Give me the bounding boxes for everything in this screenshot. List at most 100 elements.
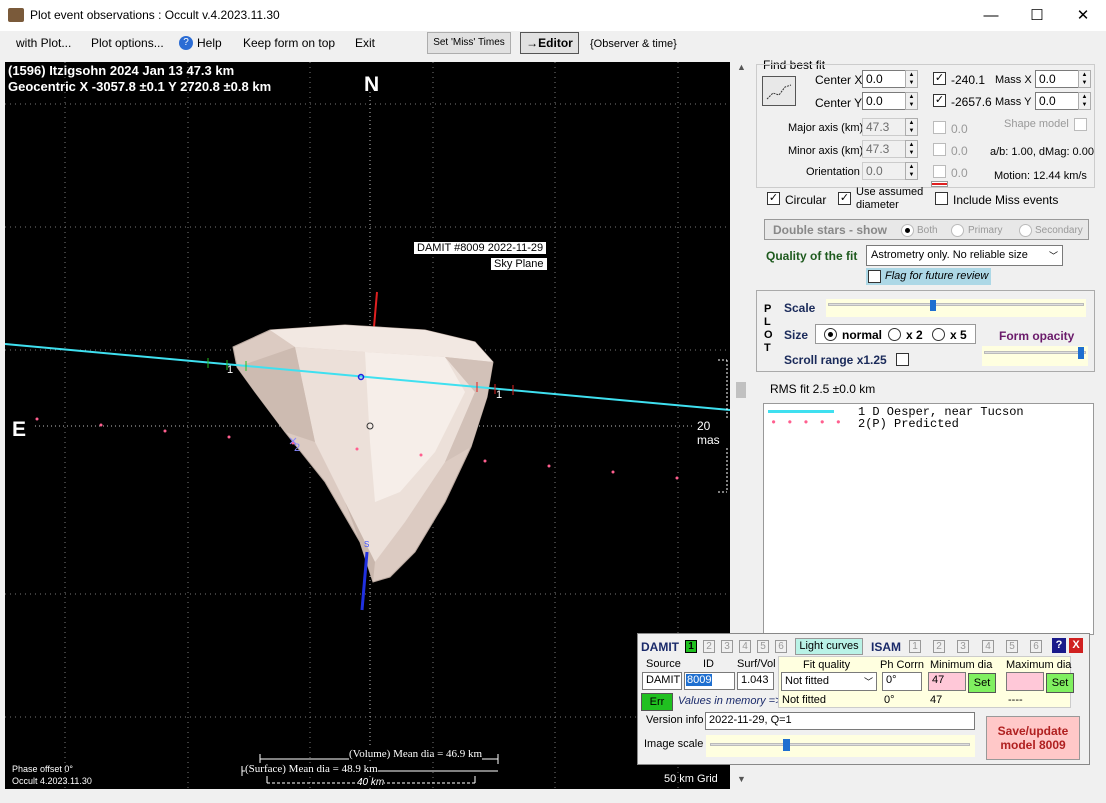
center-y-field[interactable]: 0.0 xyxy=(862,92,906,110)
menu-with-plot[interactable]: with Plot... xyxy=(16,36,71,50)
ph-corr-field[interactable]: 0° xyxy=(882,672,922,691)
orientation-checkbox[interactable] xyxy=(933,165,946,178)
fit-quality-dropdown[interactable]: Not fitted ﹀ xyxy=(781,672,877,691)
menu-bar: with Plot... Plot options... ? Help Keep… xyxy=(0,31,1106,57)
menu-help[interactable]: Help xyxy=(197,36,222,50)
major-axis-field[interactable]: 47.3 xyxy=(862,118,906,136)
menu-keep-on-top[interactable]: Keep form on top xyxy=(243,36,335,50)
isam-6-button[interactable]: 6 xyxy=(1030,640,1042,653)
close-panel-button[interactable]: X xyxy=(1069,638,1083,653)
isam-4-button[interactable]: 4 xyxy=(982,640,994,653)
editor-button[interactable]: →Editor xyxy=(520,32,579,54)
primary-radio[interactable] xyxy=(951,224,964,237)
menu-plot-options[interactable]: Plot options... xyxy=(91,36,164,50)
include-miss-checkbox[interactable] xyxy=(935,192,948,205)
menu-exit[interactable]: Exit xyxy=(355,36,375,50)
shape-model-checkbox[interactable] xyxy=(1074,118,1087,131)
size-normal-radio[interactable] xyxy=(824,328,837,341)
version-label: Occult 4.2023.11.30 xyxy=(12,776,92,786)
id-value: 8009 xyxy=(686,674,713,686)
form-opacity-slider[interactable] xyxy=(982,346,1088,366)
east-label: E xyxy=(12,418,27,441)
center-y-label: Center Y xyxy=(815,96,863,110)
circular-checkbox[interactable]: ✓ xyxy=(767,192,780,205)
min-dia-field[interactable]: 47 xyxy=(928,672,966,691)
secondary-radio[interactable] xyxy=(1019,224,1032,237)
scroll-up-icon[interactable]: ▲ xyxy=(737,62,746,72)
image-scale-thumb[interactable] xyxy=(783,739,790,751)
damit-4-button[interactable]: 4 xyxy=(739,640,751,653)
event-header: (1596) Itzigsohn 2024 Jan 13 47.3 km xyxy=(8,63,235,78)
mass-x-spinner[interactable]: ▲ ▼ xyxy=(1078,70,1091,88)
circular-label: Circular xyxy=(785,193,827,207)
mass-y-field[interactable]: 0.0 xyxy=(1035,92,1079,110)
flag-review-checkbox[interactable] xyxy=(868,270,881,283)
size-x2-radio[interactable] xyxy=(888,328,901,341)
minor-axis-spinner[interactable]: ▲ ▼ xyxy=(905,140,918,158)
scroll-range-checkbox[interactable] xyxy=(896,353,909,366)
app-icon xyxy=(8,8,24,22)
err-button[interactable]: Err xyxy=(641,693,673,711)
source-label: Source xyxy=(646,658,681,670)
damit-1-button[interactable]: 1 xyxy=(685,640,697,653)
fit-graph-button[interactable] xyxy=(762,76,796,106)
damit-6-button[interactable]: 6 xyxy=(775,640,787,653)
max-dia-field[interactable] xyxy=(1006,672,1044,691)
size-x5-radio[interactable] xyxy=(932,328,945,341)
minor-axis-field[interactable]: 47.3 xyxy=(862,140,906,158)
scroll-down-icon[interactable]: ▼ xyxy=(737,774,746,784)
save-update-button[interactable]: Save/update model 8009 xyxy=(986,716,1080,760)
center-x-field[interactable]: 0.0 xyxy=(862,70,906,88)
orientation-field[interactable]: 0.0 xyxy=(862,162,906,180)
plot-canvas[interactable]: (1596) Itzigsohn 2024 Jan 13 47.3 km Geo… xyxy=(5,62,730,789)
major-axis-check-value: 0.0 xyxy=(951,122,968,136)
damit-3-button[interactable]: 3 xyxy=(721,640,733,653)
min-dia-set-button[interactable]: Set xyxy=(968,673,996,693)
isam-2-button[interactable]: 2 xyxy=(933,640,945,653)
center-x-spinner[interactable]: ▲ ▼ xyxy=(905,70,918,88)
north-pole-line xyxy=(373,291,378,328)
major-axis-checkbox[interactable] xyxy=(933,121,946,134)
opacity-slider-thumb[interactable] xyxy=(1078,347,1084,359)
set-miss-times-button[interactable]: Set 'Miss' Times xyxy=(427,32,511,54)
source-field[interactable]: DAMIT xyxy=(642,672,682,690)
center-y-checkbox[interactable]: ✓ xyxy=(933,94,946,107)
id-label: ID xyxy=(703,658,714,670)
use-assumed-diameter-checkbox[interactable]: ✓ xyxy=(838,192,851,205)
isam-5-button[interactable]: 5 xyxy=(1006,640,1018,653)
color-swatch[interactable] xyxy=(931,181,948,187)
surf-vol-field[interactable]: 1.043 xyxy=(737,672,774,690)
max-dia-set-button[interactable]: Set xyxy=(1046,673,1074,693)
center-x-checkbox[interactable]: ✓ xyxy=(933,72,946,85)
shape-model-panel: DAMIT 1 2 3 4 5 6 Light curves ISAM 1 2 … xyxy=(637,633,1090,765)
major-axis-label: Major axis (km) xyxy=(788,122,864,134)
min-dia-label: Minimum dia xyxy=(930,659,993,671)
double-stars-group: Double stars - show Both Primary Seconda… xyxy=(764,219,1089,240)
maximize-button[interactable]: ☐ xyxy=(1014,0,1060,31)
orientation-spinner[interactable]: ▲ ▼ xyxy=(905,162,918,180)
minor-axis-checkbox[interactable] xyxy=(933,143,946,156)
close-button[interactable]: ✕ xyxy=(1060,0,1106,31)
scroll-thumb[interactable] xyxy=(736,382,746,398)
minimize-button[interactable]: — xyxy=(968,0,1014,31)
center-y-spinner[interactable]: ▲ ▼ xyxy=(905,92,918,110)
id-field[interactable]: 8009 xyxy=(684,672,735,690)
version-info-field[interactable]: 2022-11-29, Q=1 xyxy=(705,712,975,730)
isam-1-button[interactable]: 1 xyxy=(909,640,921,653)
both-radio[interactable] xyxy=(901,224,914,237)
scale-slider[interactable] xyxy=(826,299,1086,317)
light-curves-button[interactable]: Light curves xyxy=(795,638,863,655)
quality-dropdown[interactable]: Astrometry only. No reliable size ﹀ xyxy=(866,245,1063,266)
save-update-model-label: model 8009 xyxy=(1000,738,1066,752)
damit-2-button[interactable]: 2 xyxy=(703,640,715,653)
mass-x-field[interactable]: 0.0 xyxy=(1035,70,1079,88)
scale-slider-thumb[interactable] xyxy=(930,300,936,311)
shape-model-label: Shape model xyxy=(1004,118,1069,130)
observer-time-link[interactable]: {Observer & time} xyxy=(590,38,677,50)
mass-y-spinner[interactable]: ▲ ▼ xyxy=(1078,92,1091,110)
damit-5-button[interactable]: 5 xyxy=(757,640,769,653)
help-button[interactable]: ? xyxy=(1052,638,1066,653)
image-scale-slider[interactable] xyxy=(706,735,975,757)
isam-3-button[interactable]: 3 xyxy=(957,640,969,653)
major-axis-spinner[interactable]: ▲ ▼ xyxy=(905,118,918,136)
